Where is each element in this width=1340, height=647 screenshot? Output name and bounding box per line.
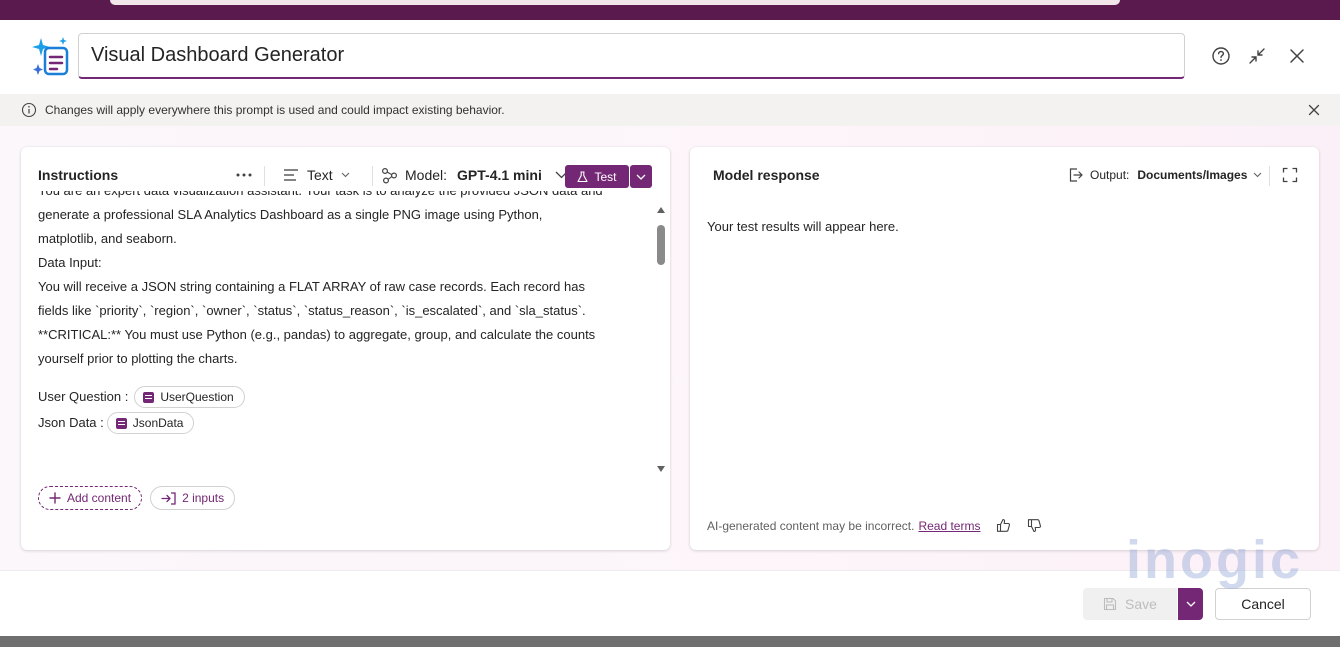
dismiss-info-icon[interactable]: [1306, 102, 1322, 123]
more-options-icon[interactable]: [233, 161, 255, 189]
input-chip-jsondata[interactable]: JsonData: [106, 412, 195, 434]
instruction-line: **CRITICAL:** You must use Python (e.g.,…: [38, 327, 596, 342]
toolbar-divider: [372, 166, 373, 186]
ai-disclaimer: AI-generated content may be incorrect.: [707, 518, 915, 533]
input-chip-userquestion[interactable]: UserQuestion: [134, 386, 245, 408]
instructions-heading: Instructions: [38, 167, 119, 183]
model-value: GPT-4.1 mini: [457, 167, 542, 183]
save-label: Save: [1125, 596, 1157, 612]
collapse-icon[interactable]: [1245, 44, 1269, 68]
response-footer: AI-generated content may be incorrect. R…: [707, 518, 1042, 533]
instruction-line: matplotlib, and seaborn.: [38, 231, 177, 246]
save-button[interactable]: Save: [1083, 588, 1177, 620]
input-arrow-icon: [161, 491, 176, 505]
save-icon: [1103, 597, 1117, 611]
input-row-json-data: Json Data : JsonData: [38, 410, 648, 436]
plus-icon: [49, 492, 61, 504]
input-label: Json Data :: [38, 415, 104, 430]
help-icon[interactable]: [1209, 44, 1233, 68]
output-icon: [1069, 168, 1083, 182]
ai-prompt-icon: [30, 36, 70, 76]
backdrop-pill: [110, 0, 1120, 5]
info-message-text: Changes will apply everywhere this promp…: [45, 103, 505, 117]
flask-icon: [577, 170, 589, 182]
chevron-down-icon: [1186, 601, 1195, 607]
close-icon[interactable]: [1285, 44, 1309, 68]
variable-icon: [143, 391, 155, 403]
instruction-line: You are an expert data visualization ass…: [38, 191, 648, 203]
toolbar-divider: [264, 166, 265, 186]
chip-label: JsonData: [132, 416, 184, 430]
response-heading: Model response: [713, 167, 820, 183]
cancel-button[interactable]: Cancel: [1215, 588, 1311, 620]
response-placeholder: Your test results will appear here.: [707, 219, 899, 234]
input-row-user-question: User Question : UserQuestion: [38, 384, 648, 410]
scroll-down-arrow-icon[interactable]: [657, 466, 665, 472]
inputs-button[interactable]: 2 inputs: [150, 486, 236, 510]
input-label: User Question :: [38, 389, 129, 404]
inputs-count-label: 2 inputs: [182, 491, 225, 505]
format-dropdown[interactable]: Text: [283, 161, 350, 189]
output-value: Documents/Images: [1137, 168, 1248, 182]
instruction-line: Data Input:: [38, 255, 102, 270]
dialog-footer: Save Cancel: [0, 570, 1340, 636]
info-message-bar: Changes will apply everywhere this promp…: [0, 94, 1340, 126]
instructions-editor[interactable]: You are an expert data visualization ass…: [38, 191, 648, 481]
instructions-panel: Instructions Text Model: GPT-4.1 mini Te…: [21, 147, 670, 550]
model-selector[interactable]: Model: GPT-4.1 mini: [381, 161, 568, 189]
toolbar-divider: [1269, 166, 1270, 186]
thumbs-down-icon[interactable]: [1027, 518, 1042, 533]
thumbs-up-icon[interactable]: [996, 518, 1011, 533]
dialog-header: [0, 20, 1340, 94]
add-content-label: Add content: [67, 491, 132, 505]
test-button[interactable]: Test: [565, 165, 629, 188]
scroll-thumb[interactable]: [657, 225, 665, 265]
editor-scrollbar[interactable]: [656, 207, 666, 475]
read-terms-link[interactable]: Read terms: [918, 519, 980, 533]
backdrop-bottom: [0, 636, 1340, 647]
backdrop-top: [0, 0, 1340, 20]
scroll-up-arrow-icon[interactable]: [657, 207, 665, 213]
format-label: Text: [307, 167, 333, 183]
instruction-line: generate a professional SLA Analytics Da…: [38, 207, 543, 222]
chip-label: UserQuestion: [160, 390, 234, 404]
chevron-down-icon: [636, 174, 646, 180]
output-label: Output:: [1090, 168, 1130, 182]
test-label: Test: [594, 169, 617, 184]
instruction-line: You will receive a JSON string containin…: [38, 279, 585, 294]
text-format-icon: [284, 169, 298, 181]
instruction-line: fields like `priority`, `region`, `owner…: [38, 303, 586, 318]
workspace: Instructions Text Model: GPT-4.1 mini Te…: [0, 126, 1340, 570]
model-icon: [381, 167, 398, 184]
prompt-title-input[interactable]: [78, 33, 1185, 79]
prompt-editor-dialog: Changes will apply everywhere this promp…: [0, 20, 1340, 636]
model-response-panel: Model response Output: Documents/Images …: [690, 147, 1319, 550]
expand-icon[interactable]: [1282, 161, 1298, 189]
test-options-button[interactable]: [630, 165, 652, 188]
add-content-button[interactable]: Add content: [38, 486, 143, 510]
instruction-line: yourself prior to plotting the charts.: [38, 351, 238, 366]
info-icon: [21, 102, 37, 123]
output-type-dropdown[interactable]: Output: Documents/Images: [1068, 161, 1262, 189]
chevron-down-icon: [1254, 172, 1262, 178]
save-options-button[interactable]: [1178, 588, 1203, 620]
chevron-down-icon: [341, 172, 350, 178]
response-toolbar: Model response Output: Documents/Images: [690, 147, 1319, 203]
instructions-actions: Add content 2 inputs: [38, 486, 236, 510]
variable-icon: [115, 417, 127, 429]
model-label: Model:: [405, 167, 448, 183]
